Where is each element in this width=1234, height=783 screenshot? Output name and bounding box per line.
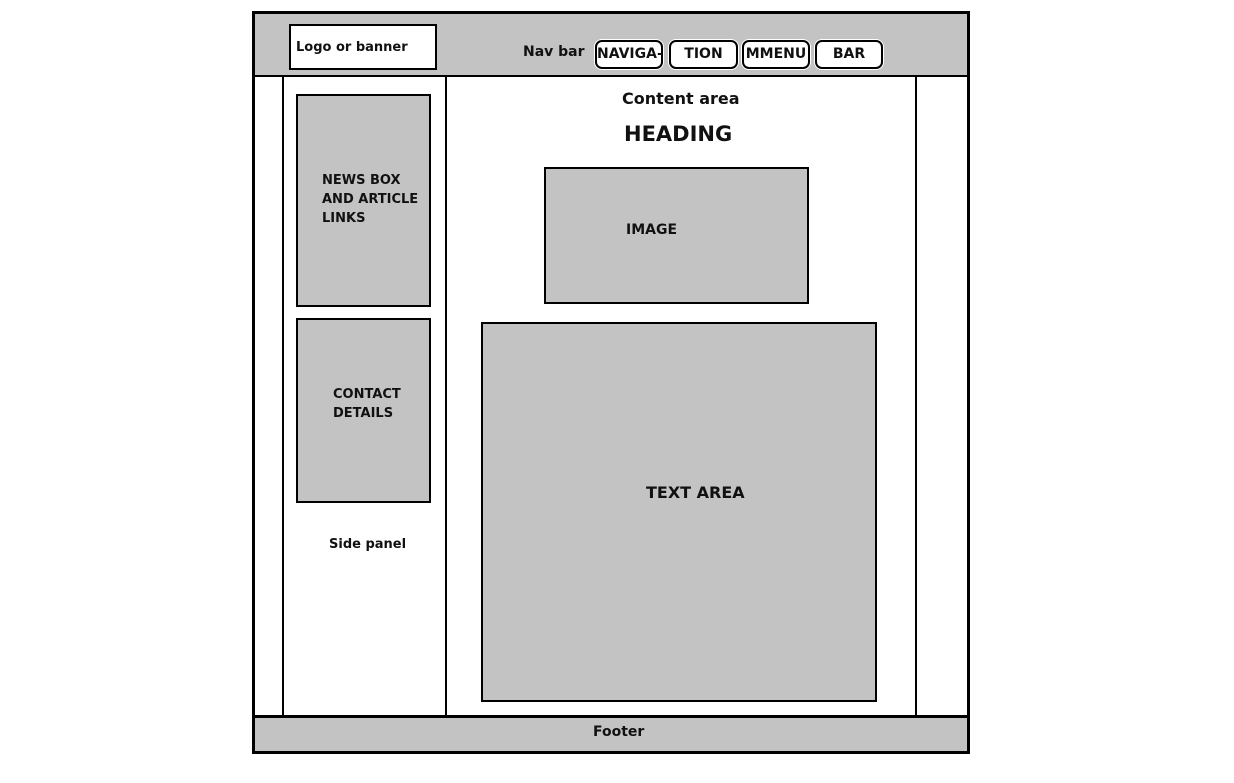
page-heading: HEADING <box>624 122 733 146</box>
text-area[interactable]: TEXT AREA <box>481 322 877 702</box>
nav-button-4[interactable]: BAR <box>815 40 883 69</box>
nav-button-1[interactable]: NAVIGA- <box>595 40 663 69</box>
nav-bar-label: Nav bar <box>523 44 585 60</box>
logo-banner[interactable]: Logo or banner <box>289 24 437 70</box>
side-panel-label: Side panel <box>329 537 407 552</box>
image-placeholder: IMAGE <box>544 167 809 304</box>
news-box-line-3: LINKS <box>322 211 366 226</box>
side-panel-divider <box>445 76 447 716</box>
footer-bar: Footer <box>252 715 970 754</box>
news-box-line-1: NEWS BOX <box>322 173 401 188</box>
image-label: IMAGE <box>626 222 678 238</box>
news-box-line-2: AND ARTICLE <box>322 192 419 207</box>
nav-button-2[interactable]: TION <box>669 40 738 69</box>
left-margin-divider <box>282 76 284 716</box>
contact-line-1: CONTACT <box>333 387 401 402</box>
nav-button-3[interactable]: MMENU <box>742 40 810 69</box>
content-area-label: Content area <box>622 89 740 108</box>
text-area-label: TEXT AREA <box>646 483 745 502</box>
footer-label: Footer <box>593 724 645 740</box>
contact-details-box[interactable]: CONTACT DETAILS <box>296 318 431 503</box>
news-box[interactable]: NEWS BOX AND ARTICLE LINKS <box>296 94 431 307</box>
logo-label: Logo or banner <box>296 40 408 55</box>
right-margin-divider <box>915 76 917 716</box>
contact-line-2: DETAILS <box>333 406 394 421</box>
